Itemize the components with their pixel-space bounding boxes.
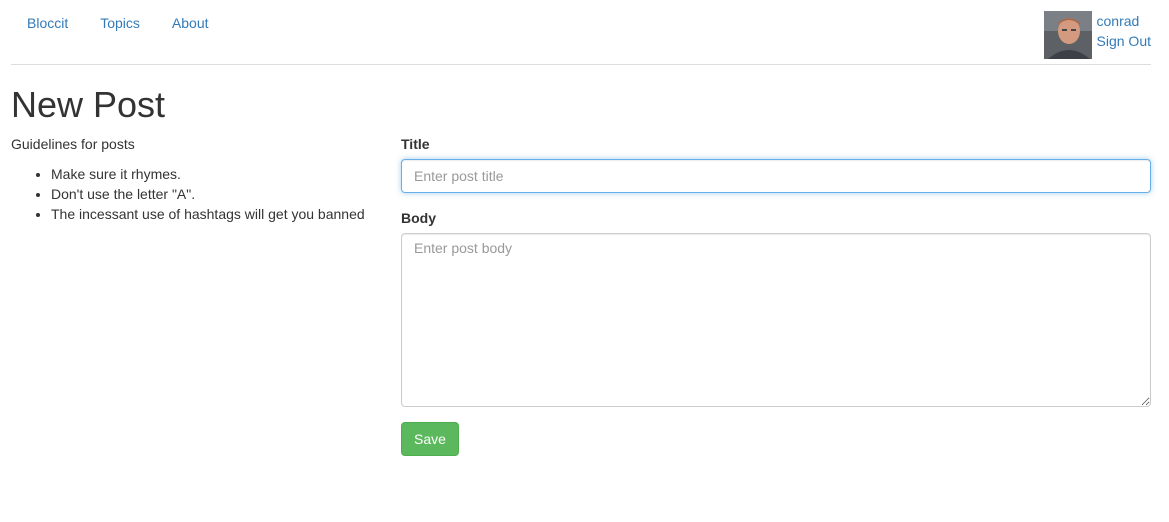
nav-link-about[interactable]: About bbox=[156, 14, 225, 32]
guidelines-panel: Guidelines for posts Make sure it rhymes… bbox=[11, 134, 381, 224]
body-label: Body bbox=[401, 210, 436, 226]
title-group: Title bbox=[401, 134, 1151, 193]
list-item: Don't use the letter "A". bbox=[51, 184, 381, 204]
guidelines-list: Make sure it rhymes. Don't use the lette… bbox=[11, 164, 381, 224]
sign-out-link[interactable]: Sign Out bbox=[1097, 31, 1151, 51]
page-title: New Post bbox=[11, 84, 166, 125]
body-group: Body bbox=[401, 208, 1151, 407]
username-link[interactable]: conrad bbox=[1097, 11, 1151, 31]
top-navbar: Bloccit Topics About conrad Sign Out bbox=[11, 0, 1151, 65]
title-input[interactable] bbox=[401, 159, 1151, 193]
list-item: Make sure it rhymes. bbox=[51, 164, 381, 184]
save-button[interactable]: Save bbox=[401, 422, 459, 456]
list-item: The incessant use of hashtags will get y… bbox=[51, 204, 381, 224]
new-post-form: Title Body Save bbox=[401, 134, 1151, 456]
title-label: Title bbox=[401, 136, 430, 152]
guidelines-heading: Guidelines for posts bbox=[11, 136, 135, 152]
avatar[interactable] bbox=[1043, 11, 1092, 59]
user-box: conrad Sign Out bbox=[1043, 11, 1151, 59]
nav-links: Bloccit Topics About bbox=[11, 14, 225, 32]
user-links: conrad Sign Out bbox=[1097, 11, 1151, 59]
nav-link-topics[interactable]: Topics bbox=[84, 14, 156, 32]
body-textarea[interactable] bbox=[401, 233, 1151, 407]
nav-link-bloccit[interactable]: Bloccit bbox=[11, 14, 84, 32]
user-avatar-icon bbox=[1043, 11, 1092, 59]
